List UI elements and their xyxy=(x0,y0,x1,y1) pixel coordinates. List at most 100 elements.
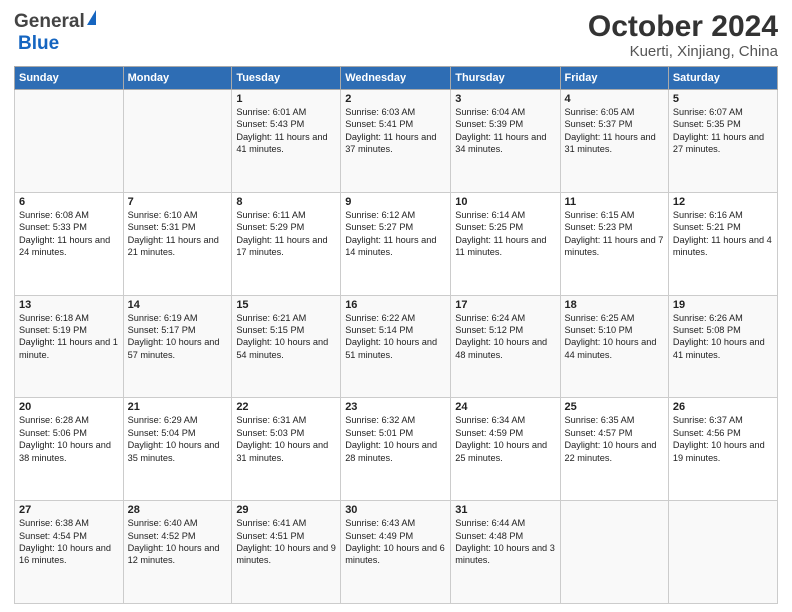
sunset-text: Sunset: 5:03 PM xyxy=(236,427,336,439)
sunrise-text: Sunrise: 6:44 AM xyxy=(455,517,555,529)
sunrise-text: Sunrise: 6:41 AM xyxy=(236,517,336,529)
day-info: Sunrise: 6:14 AMSunset: 5:25 PMDaylight:… xyxy=(455,209,555,259)
calendar-cell: 13Sunrise: 6:18 AMSunset: 5:19 PMDayligh… xyxy=(15,295,124,398)
day-info: Sunrise: 6:44 AMSunset: 4:48 PMDaylight:… xyxy=(455,517,555,567)
day-number: 27 xyxy=(19,504,119,516)
day-info: Sunrise: 6:19 AMSunset: 5:17 PMDaylight:… xyxy=(128,312,228,362)
daylight-text: Daylight: 10 hours and 16 minutes. xyxy=(19,542,119,567)
calendar-week-0: 1Sunrise: 6:01 AMSunset: 5:43 PMDaylight… xyxy=(15,90,778,193)
day-info: Sunrise: 6:10 AMSunset: 5:31 PMDaylight:… xyxy=(128,209,228,259)
daylight-text: Daylight: 11 hours and 34 minutes. xyxy=(455,131,555,156)
day-number: 16 xyxy=(345,299,446,311)
sunrise-text: Sunrise: 6:11 AM xyxy=(236,209,336,221)
calendar-cell: 27Sunrise: 6:38 AMSunset: 4:54 PMDayligh… xyxy=(15,501,124,604)
sunrise-text: Sunrise: 6:08 AM xyxy=(19,209,119,221)
day-number: 30 xyxy=(345,504,446,516)
sunrise-text: Sunrise: 6:16 AM xyxy=(673,209,773,221)
calendar-cell: 6Sunrise: 6:08 AMSunset: 5:33 PMDaylight… xyxy=(15,192,124,295)
sunset-text: Sunset: 4:49 PM xyxy=(345,530,446,542)
daylight-text: Daylight: 10 hours and 25 minutes. xyxy=(455,439,555,464)
calendar-week-4: 27Sunrise: 6:38 AMSunset: 4:54 PMDayligh… xyxy=(15,501,778,604)
sunrise-text: Sunrise: 6:29 AM xyxy=(128,414,228,426)
calendar-cell: 11Sunrise: 6:15 AMSunset: 5:23 PMDayligh… xyxy=(560,192,668,295)
daylight-text: Daylight: 11 hours and 21 minutes. xyxy=(128,234,228,259)
sunrise-text: Sunrise: 6:24 AM xyxy=(455,312,555,324)
sunset-text: Sunset: 5:01 PM xyxy=(345,427,446,439)
daylight-text: Daylight: 11 hours and 7 minutes. xyxy=(565,234,664,259)
sunrise-text: Sunrise: 6:07 AM xyxy=(673,106,773,118)
day-number: 15 xyxy=(236,299,336,311)
sunset-text: Sunset: 5:14 PM xyxy=(345,324,446,336)
day-info: Sunrise: 6:40 AMSunset: 4:52 PMDaylight:… xyxy=(128,517,228,567)
calendar-cell: 15Sunrise: 6:21 AMSunset: 5:15 PMDayligh… xyxy=(232,295,341,398)
day-info: Sunrise: 6:11 AMSunset: 5:29 PMDaylight:… xyxy=(236,209,336,259)
daylight-text: Daylight: 11 hours and 1 minute. xyxy=(19,336,119,361)
day-number: 4 xyxy=(565,93,664,105)
day-number: 12 xyxy=(673,196,773,208)
day-info: Sunrise: 6:28 AMSunset: 5:06 PMDaylight:… xyxy=(19,414,119,464)
sunrise-text: Sunrise: 6:34 AM xyxy=(455,414,555,426)
sunset-text: Sunset: 4:52 PM xyxy=(128,530,228,542)
calendar-cell: 14Sunrise: 6:19 AMSunset: 5:17 PMDayligh… xyxy=(123,295,232,398)
sunrise-text: Sunrise: 6:43 AM xyxy=(345,517,446,529)
calendar-cell: 28Sunrise: 6:40 AMSunset: 4:52 PMDayligh… xyxy=(123,501,232,604)
sunrise-text: Sunrise: 6:21 AM xyxy=(236,312,336,324)
day-number: 7 xyxy=(128,196,228,208)
sunset-text: Sunset: 5:37 PM xyxy=(565,118,664,130)
sunrise-text: Sunrise: 6:22 AM xyxy=(345,312,446,324)
day-number: 5 xyxy=(673,93,773,105)
day-number: 19 xyxy=(673,299,773,311)
calendar-cell: 29Sunrise: 6:41 AMSunset: 4:51 PMDayligh… xyxy=(232,501,341,604)
sunset-text: Sunset: 5:12 PM xyxy=(455,324,555,336)
day-number: 20 xyxy=(19,401,119,413)
day-number: 9 xyxy=(345,196,446,208)
logo-text: General xyxy=(14,10,96,33)
calendar-cell: 3Sunrise: 6:04 AMSunset: 5:39 PMDaylight… xyxy=(451,90,560,193)
day-info: Sunrise: 6:01 AMSunset: 5:43 PMDaylight:… xyxy=(236,106,336,156)
sunset-text: Sunset: 5:15 PM xyxy=(236,324,336,336)
sunrise-text: Sunrise: 6:04 AM xyxy=(455,106,555,118)
day-number: 3 xyxy=(455,93,555,105)
day-info: Sunrise: 6:38 AMSunset: 4:54 PMDaylight:… xyxy=(19,517,119,567)
day-info: Sunrise: 6:35 AMSunset: 4:57 PMDaylight:… xyxy=(565,414,664,464)
day-info: Sunrise: 6:26 AMSunset: 5:08 PMDaylight:… xyxy=(673,312,773,362)
calendar-cell: 25Sunrise: 6:35 AMSunset: 4:57 PMDayligh… xyxy=(560,398,668,501)
calendar-cell xyxy=(560,501,668,604)
sunset-text: Sunset: 5:33 PM xyxy=(19,221,119,233)
logo: General Blue xyxy=(14,10,96,55)
day-info: Sunrise: 6:43 AMSunset: 4:49 PMDaylight:… xyxy=(345,517,446,567)
daylight-text: Daylight: 11 hours and 14 minutes. xyxy=(345,234,446,259)
calendar-body: 1Sunrise: 6:01 AMSunset: 5:43 PMDaylight… xyxy=(15,90,778,604)
day-info: Sunrise: 6:15 AMSunset: 5:23 PMDaylight:… xyxy=(565,209,664,259)
day-number: 6 xyxy=(19,196,119,208)
daylight-text: Daylight: 10 hours and 57 minutes. xyxy=(128,336,228,361)
calendar-cell: 23Sunrise: 6:32 AMSunset: 5:01 PMDayligh… xyxy=(341,398,451,501)
sunrise-text: Sunrise: 6:26 AM xyxy=(673,312,773,324)
daylight-text: Daylight: 10 hours and 51 minutes. xyxy=(345,336,446,361)
daylight-text: Daylight: 11 hours and 11 minutes. xyxy=(455,234,555,259)
calendar-week-1: 6Sunrise: 6:08 AMSunset: 5:33 PM Daylight… xyxy=(15,192,778,295)
col-tuesday: Tuesday xyxy=(232,67,341,90)
daylight-text: Daylight: 10 hours and 3 minutes. xyxy=(455,542,555,567)
calendar-week-3: 20Sunrise: 6:28 AMSunset: 5:06 PMDayligh… xyxy=(15,398,778,501)
calendar-cell: 16Sunrise: 6:22 AMSunset: 5:14 PMDayligh… xyxy=(341,295,451,398)
daylight-text: Daylight: 11 hours and 31 minutes. xyxy=(565,131,664,156)
day-number: 22 xyxy=(236,401,336,413)
day-info: Sunrise: 6:29 AMSunset: 5:04 PMDaylight:… xyxy=(128,414,228,464)
calendar-cell: 26Sunrise: 6:37 AMSunset: 4:56 PMDayligh… xyxy=(668,398,777,501)
day-info: Sunrise: 6:05 AMSunset: 5:37 PMDaylight:… xyxy=(565,106,664,156)
sunset-text: Sunset: 5:25 PM xyxy=(455,221,555,233)
sunrise-text: Sunrise: 6:28 AM xyxy=(19,414,119,426)
daylight-text: Daylight: 11 hours and 4 minutes. xyxy=(673,234,773,259)
calendar-cell: 4Sunrise: 6:05 AMSunset: 5:37 PMDaylight… xyxy=(560,90,668,193)
sunset-text: Sunset: 5:19 PM xyxy=(19,324,119,336)
header-row: Sunday Monday Tuesday Wednesday Thursday… xyxy=(15,67,778,90)
sunset-text: Sunset: 5:17 PM xyxy=(128,324,228,336)
day-info: Sunrise: 6:34 AMSunset: 4:59 PMDaylight:… xyxy=(455,414,555,464)
calendar-cell: 31Sunrise: 6:44 AMSunset: 4:48 PMDayligh… xyxy=(451,501,560,604)
day-info: Sunrise: 6:41 AMSunset: 4:51 PMDaylight:… xyxy=(236,517,336,567)
day-info: Sunrise: 6:07 AMSunset: 5:35 PMDaylight:… xyxy=(673,106,773,156)
sunrise-text: Sunrise: 6:18 AM xyxy=(19,312,119,324)
calendar-cell: 20Sunrise: 6:28 AMSunset: 5:06 PMDayligh… xyxy=(15,398,124,501)
sunrise-text: Sunrise: 6:19 AM xyxy=(128,312,228,324)
